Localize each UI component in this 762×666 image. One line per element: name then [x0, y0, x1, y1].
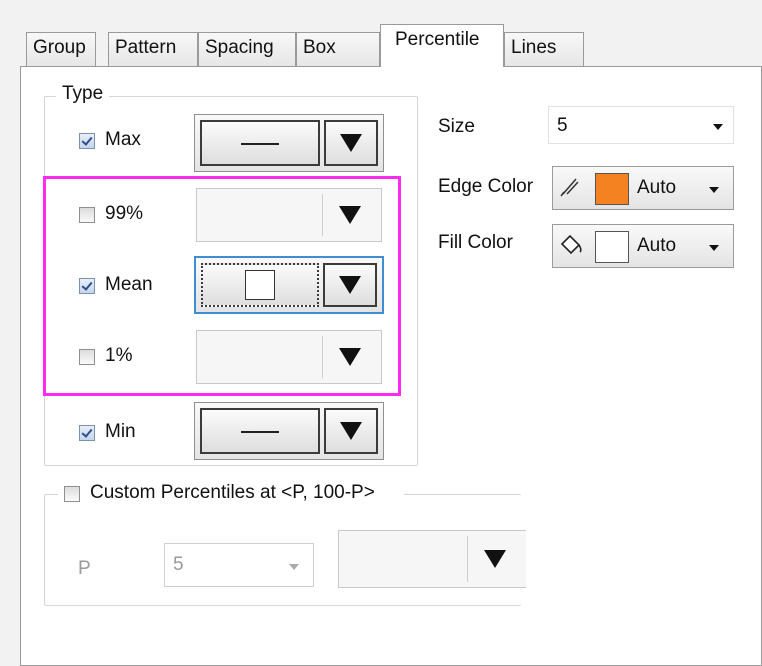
line-symbol-icon: [241, 143, 279, 145]
size-combo[interactable]: 5: [548, 106, 734, 144]
dropdown-arrow-icon: [340, 422, 362, 440]
highlight-frame: [43, 176, 401, 396]
chevron-down-icon: [289, 564, 299, 570]
custom-percentiles-label: Custom Percentiles at <P, 100-P>: [90, 482, 375, 503]
max-symbol-combo[interactable]: [194, 114, 384, 172]
min-symbol-field: [200, 408, 320, 454]
max-dropdown-button[interactable]: [324, 120, 378, 166]
min-label: Min: [105, 421, 136, 442]
min-dropdown-button[interactable]: [324, 408, 378, 454]
line-symbol-icon: [241, 431, 279, 433]
tab-label: Pattern: [115, 37, 177, 58]
p-label: P: [78, 558, 91, 579]
tab-strip: Group Pattern Spacing Box Percentile Lin…: [0, 0, 762, 67]
custom-legend: Custom Percentiles at <P, 100-P>: [58, 481, 404, 507]
edge-color-swatch: [595, 173, 629, 205]
custom-symbol-field: [344, 536, 464, 582]
fill-color-value: Auto: [637, 235, 677, 256]
tab-label: Box: [303, 37, 336, 58]
type-legend: Type: [56, 83, 110, 105]
dropdown-arrow-icon: [340, 134, 362, 152]
tab-label: Percentile: [395, 29, 480, 50]
pen-icon: [560, 178, 579, 197]
custom-symbol-combo[interactable]: [338, 530, 526, 588]
tab-label: Spacing: [205, 37, 274, 58]
p-combo[interactable]: 5: [164, 543, 314, 587]
max-symbol-field: [200, 120, 320, 166]
tab-box[interactable]: Box: [296, 32, 380, 66]
fill-color-combo[interactable]: Auto: [552, 224, 734, 268]
p-value: 5: [173, 554, 184, 575]
max-checkbox[interactable]: [79, 133, 95, 149]
fill-color-swatch: [595, 231, 629, 263]
tab-pattern[interactable]: Pattern: [108, 32, 198, 66]
custom-percentiles-checkbox[interactable]: [64, 486, 80, 502]
custom-dropdown-button[interactable]: [467, 536, 521, 582]
tab-label: Group: [33, 37, 86, 58]
chevron-down-icon: [709, 245, 719, 251]
edge-color-value: Auto: [637, 177, 677, 198]
tab-lines[interactable]: Lines: [504, 32, 584, 66]
chevron-down-icon: [713, 124, 723, 130]
size-label: Size: [438, 116, 475, 137]
edge-color-label: Edge Color: [438, 176, 534, 197]
dropdown-arrow-icon: [483, 550, 506, 568]
max-label: Max: [105, 129, 141, 150]
min-symbol-combo[interactable]: [194, 402, 384, 460]
fill-color-label: Fill Color: [438, 232, 513, 253]
tab-spacing[interactable]: Spacing: [198, 32, 296, 66]
tab-group[interactable]: Group: [26, 32, 96, 66]
paint-bucket-icon: [560, 234, 582, 255]
tab-label: Lines: [511, 37, 557, 58]
tab-percentile[interactable]: Percentile: [380, 24, 504, 67]
size-value: 5: [557, 115, 568, 136]
chevron-down-icon: [709, 187, 719, 193]
min-checkbox[interactable]: [79, 425, 95, 441]
edge-color-combo[interactable]: Auto: [552, 166, 734, 210]
